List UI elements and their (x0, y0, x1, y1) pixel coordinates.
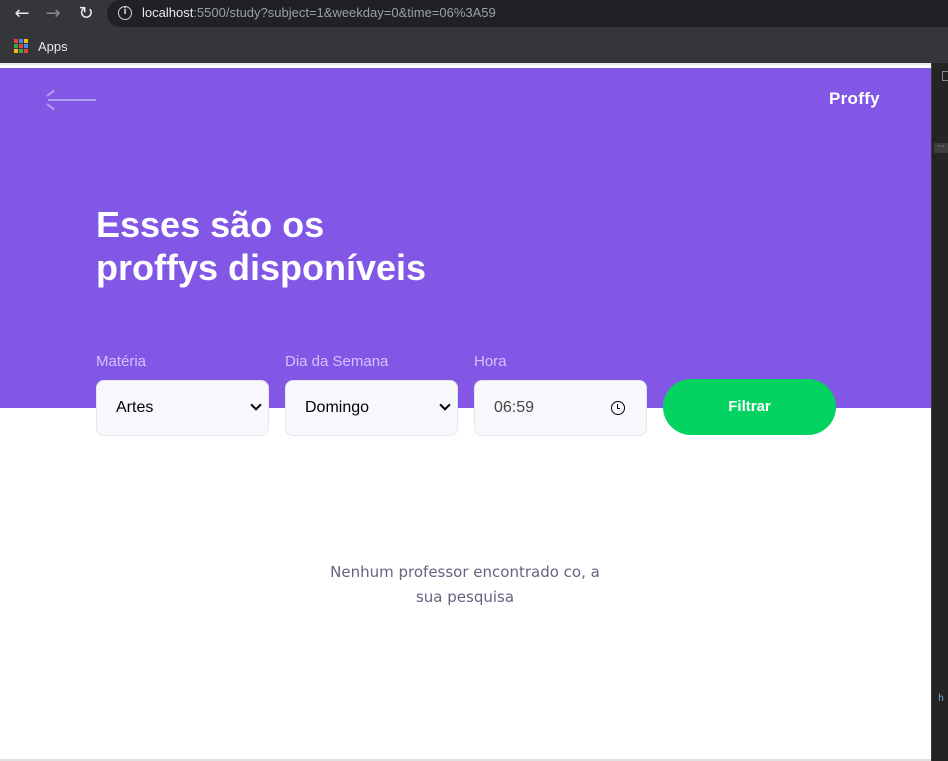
back-arrow-icon[interactable] (46, 89, 98, 111)
page-title: Esses são os proffys disponíveis (96, 203, 516, 289)
page-title-line-2: proffys disponíveis (96, 247, 427, 288)
time-input[interactable]: 06:59 (474, 380, 647, 436)
url-host: localhost (142, 5, 194, 20)
subject-select[interactable]: Artes (96, 380, 269, 436)
chevron-down-icon (438, 400, 452, 414)
subject-label: Matéria (96, 353, 147, 370)
clock-icon[interactable] (611, 401, 625, 415)
logo: Proffy (829, 89, 880, 108)
bookmarks-bar: Apps (0, 34, 948, 60)
page: Proffy Esses são os proffys disponíveis … (0, 65, 931, 761)
address-bar[interactable]: i localhost:5500/study?subject=1&weekday… (107, 0, 948, 27)
devtools-dock-icon[interactable] (942, 71, 948, 81)
back-button[interactable]: ← (11, 3, 33, 25)
browser-toolbar: ← → ↻ i localhost:5500/study?subject=1&w… (0, 0, 948, 63)
weekday-label: Dia da Semana (285, 353, 389, 370)
page-header: Proffy Esses são os proffys disponíveis … (0, 68, 931, 408)
weekday-select-value: Domingo (305, 399, 370, 416)
apps-grid-icon[interactable] (14, 39, 28, 53)
subject-select-value: Artes (116, 399, 154, 416)
apps-bookmark[interactable]: Apps (38, 39, 68, 54)
page-title-line-1: Esses são os (96, 204, 325, 245)
forward-button[interactable]: → (42, 3, 64, 25)
url-path: :5500/study?subject=1&weekday=0&time=06%… (193, 5, 496, 20)
time-input-value: 06:59 (494, 399, 535, 416)
devtools-more-icon[interactable]: ··· (934, 143, 948, 153)
devtools-panel: ··· h (931, 63, 948, 761)
devtools-snippet: h (938, 693, 945, 704)
empty-results-line-2: sua pesquisa (415, 588, 515, 606)
empty-results-line-1: Nenhum professor encontrado co, a (330, 563, 600, 581)
url-text: localhost:5500/study?subject=1&weekday=0… (142, 5, 496, 20)
empty-results-message: Nenhum professor encontrado co, a sua pe… (300, 560, 630, 610)
weekday-select[interactable]: Domingo (285, 380, 458, 436)
info-icon[interactable]: i (118, 6, 132, 20)
time-label: Hora (474, 353, 507, 370)
chevron-down-icon (249, 400, 263, 414)
filter-button[interactable]: Filtrar (663, 379, 836, 435)
reload-button[interactable]: ↻ (75, 3, 97, 25)
